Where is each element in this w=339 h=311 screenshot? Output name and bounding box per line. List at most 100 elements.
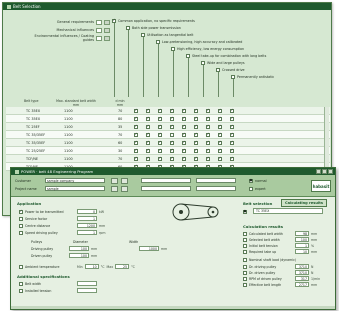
result-checkbox[interactable] xyxy=(243,258,247,262)
installed-tension-value[interactable] xyxy=(77,288,97,293)
row-checkbox[interactable]: ✓ xyxy=(146,124,150,129)
row-checkbox[interactable]: ✓ xyxy=(158,108,162,113)
table-row[interactable]: TCF/NE 1100 70 ✓ ✓ ✓ ✓ ✓ ✓ ✓ ✓ ✓ xyxy=(6,155,330,163)
result-checkbox[interactable] xyxy=(243,282,247,287)
row-checkbox[interactable]: ✓ xyxy=(134,140,138,145)
row-checkbox[interactable]: ✓ xyxy=(182,132,186,137)
option-checkbox[interactable] xyxy=(141,32,145,37)
row-checkbox[interactable]: ✓ xyxy=(194,140,198,145)
row-checkbox[interactable]: ✓ xyxy=(170,124,174,129)
requirement-button[interactable] xyxy=(104,27,110,33)
table-row[interactable]: TC 35EX 1100 80 ✓ ✓ ✓ ✓ ✓ ✓ ✓ ✓ ✓ xyxy=(6,115,330,123)
row-checkbox[interactable]: ✓ xyxy=(134,108,138,113)
requirement-button[interactable] xyxy=(104,35,110,41)
row-checkbox[interactable]: ✓ xyxy=(206,140,210,145)
print-icon[interactable] xyxy=(111,186,118,192)
row-checkbox[interactable]: ✓ xyxy=(194,124,198,129)
row-checkbox[interactable]: ✓ xyxy=(182,156,186,161)
temp-max-value[interactable]: 25 xyxy=(115,264,130,269)
row-checkbox[interactable]: ✓ xyxy=(170,140,174,145)
row-checkbox[interactable]: ✓ xyxy=(170,108,174,113)
option-wide-pulleys[interactable]: Wide and large pulleys xyxy=(201,60,245,65)
table-row[interactable]: TC 35/35EF 1100 60 ✓ ✓ ✓ ✓ ✓ ✓ ✓ ✓ ✓ xyxy=(6,139,330,147)
row-checkbox[interactable]: ✓ xyxy=(146,140,150,145)
row-checkbox[interactable]: ✓ xyxy=(170,156,174,161)
row-checkbox[interactable]: ✓ xyxy=(158,116,162,121)
table-row[interactable]: TC 25/25EF 1100 30 ✓ ✓ ✓ ✓ ✓ ✓ ✓ ✓ ✓ xyxy=(6,147,330,155)
row-checkbox[interactable]: ✓ xyxy=(170,116,174,121)
row-checkbox[interactable]: ✓ xyxy=(218,132,222,137)
option-low-pretension[interactable]: Low-pretensioning, high accuracy and cal… xyxy=(156,39,242,44)
header-field-a[interactable] xyxy=(141,178,191,183)
mode-normal-radio[interactable]: ● xyxy=(249,179,253,183)
table-row[interactable]: TC 35EX 1100 70 ✓ ✓ ✓ ✓ ✓ ✓ ✓ ✓ ✓ xyxy=(6,107,330,115)
requirement-value-field[interactable] xyxy=(96,19,102,25)
row-checkbox[interactable]: ✓ xyxy=(146,108,150,113)
result-checkbox[interactable] xyxy=(243,243,247,248)
row-checkbox[interactable]: ✓ xyxy=(134,156,138,161)
option-common[interactable]: ✓ Common application, no specific require… xyxy=(112,18,195,23)
installed-tension-checkbox[interactable] xyxy=(19,288,23,293)
row-checkbox[interactable]: ✓ xyxy=(230,148,234,153)
row-checkbox[interactable]: ✓ xyxy=(146,156,150,161)
header-field-d[interactable] xyxy=(196,186,236,191)
row-checkbox[interactable]: ✓ xyxy=(194,148,198,153)
row-checkbox[interactable] xyxy=(170,132,174,137)
row-checkbox[interactable]: ✓ xyxy=(170,148,174,153)
row-checkbox[interactable]: ✓ xyxy=(230,132,234,137)
save-icon[interactable] xyxy=(121,178,128,184)
temp-min-value[interactable]: 10 xyxy=(84,264,99,269)
row-checkbox[interactable]: ✓ xyxy=(194,132,198,137)
belt-width-checkbox[interactable] xyxy=(19,281,23,286)
row-checkbox[interactable]: ✓ xyxy=(206,116,210,121)
option-high-efficiency[interactable]: High efficiency, low energy consumption xyxy=(171,46,244,51)
row-checkbox[interactable]: ✓ xyxy=(158,148,162,153)
option-antistatic[interactable]: Permanently antistatic xyxy=(231,74,274,79)
option-checkbox[interactable]: ✓ xyxy=(112,18,116,23)
row-checkbox[interactable]: ✓ xyxy=(218,156,222,161)
requirement-value-field[interactable] xyxy=(96,35,102,41)
option-checkbox[interactable] xyxy=(201,60,205,65)
belt-width-value[interactable] xyxy=(77,281,97,286)
service-factor-checkbox[interactable] xyxy=(19,216,23,221)
centre-distance-checkbox[interactable] xyxy=(19,223,23,228)
centre-distance-value[interactable]: 1200 xyxy=(77,223,97,228)
result-checkbox[interactable] xyxy=(243,237,247,242)
maximize-button[interactable] xyxy=(322,169,327,174)
project-field[interactable]: sample xyxy=(45,186,105,191)
row-checkbox[interactable]: ✓ xyxy=(182,108,186,113)
row-checkbox[interactable]: ✓ xyxy=(182,140,186,145)
row-checkbox[interactable]: ✓ xyxy=(230,108,234,113)
mode-expert-radio[interactable] xyxy=(249,187,253,191)
option-checkbox[interactable] xyxy=(216,67,220,72)
row-checkbox[interactable]: ✓ xyxy=(206,108,210,113)
row-checkbox[interactable]: ✓ xyxy=(146,116,150,121)
option-checkbox[interactable] xyxy=(231,74,235,79)
row-checkbox[interactable]: ✓ xyxy=(218,124,222,129)
open-icon[interactable] xyxy=(111,178,118,184)
result-checkbox[interactable] xyxy=(243,270,247,275)
customer-field[interactable]: sample company xyxy=(45,178,105,183)
row-checkbox[interactable]: ✓ xyxy=(182,124,186,129)
row-checkbox[interactable]: ✓ xyxy=(230,140,234,145)
row-checkbox[interactable]: ✓ xyxy=(194,156,198,161)
row-checkbox[interactable]: ✓ xyxy=(182,148,186,153)
row-checkbox[interactable]: ✓ xyxy=(194,108,198,113)
row-checkbox[interactable]: ✓ xyxy=(146,148,150,153)
table-row[interactable]: TC 25EF 1100 35 ✓ ✓ ✓ ✓ ✓ ✓ ✓ ✓ ✓ xyxy=(6,123,330,131)
power-value[interactable]: 0 xyxy=(77,209,97,214)
speed-checkbox[interactable] xyxy=(19,230,23,235)
info-icon[interactable] xyxy=(121,186,128,192)
row-checkbox[interactable]: ✓ xyxy=(218,116,222,121)
option-checkbox[interactable] xyxy=(186,53,190,58)
row-checkbox[interactable]: ✓ xyxy=(206,132,210,137)
row-checkbox[interactable]: ✓ xyxy=(206,156,210,161)
row-checkbox[interactable]: ✓ xyxy=(134,124,138,129)
row-checkbox[interactable]: ✓ xyxy=(218,148,222,153)
row-checkbox[interactable]: ✓ xyxy=(146,132,150,137)
row-checkbox[interactable]: ✓ xyxy=(230,156,234,161)
option-steel-take-up[interactable]: Steel take-up for combination with long … xyxy=(186,53,266,58)
driving-width-value[interactable]: 1000 xyxy=(139,246,159,251)
option-crossed-drive[interactable]: Crossed drive xyxy=(216,67,245,72)
belt-type-select[interactable]: TC 35EX xyxy=(253,208,323,214)
